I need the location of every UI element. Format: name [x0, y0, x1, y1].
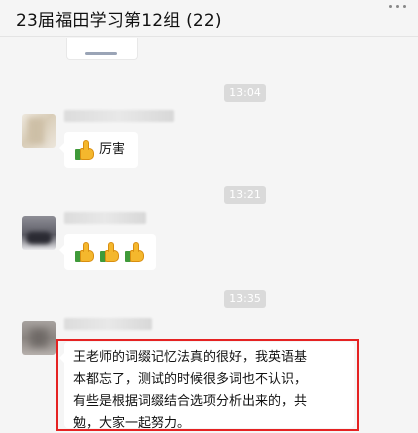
- chat-title: 23届福田学习第12组 (22): [16, 11, 222, 31]
- message-text: 厉害: [99, 142, 126, 157]
- thumbs-up-icon: [75, 242, 95, 262]
- chat-header: 23届福田学习第12组 (22): [0, 0, 418, 37]
- message-bubble[interactable]: 厉害: [59, 132, 138, 168]
- previous-message-card[interactable]: [66, 38, 138, 60]
- timestamp: 13:35: [224, 290, 266, 308]
- sender-name: [64, 110, 174, 122]
- timestamp: 13:21: [224, 186, 266, 204]
- more-horizontal-icon[interactable]: [386, 2, 412, 14]
- previous-card-text: [85, 52, 117, 55]
- timestamp: 13:04: [224, 84, 266, 102]
- sender-name: [64, 212, 146, 224]
- avatar[interactable]: [22, 216, 56, 250]
- avatar[interactable]: [22, 321, 56, 355]
- thumbs-up-icon: [100, 242, 120, 262]
- thumbs-up-icon: [125, 242, 145, 262]
- highlight-box: [56, 339, 359, 431]
- sender-name: [64, 318, 152, 330]
- message-bubble[interactable]: [59, 234, 156, 270]
- avatar[interactable]: [22, 114, 56, 148]
- thumbs-up-icon: [75, 140, 95, 160]
